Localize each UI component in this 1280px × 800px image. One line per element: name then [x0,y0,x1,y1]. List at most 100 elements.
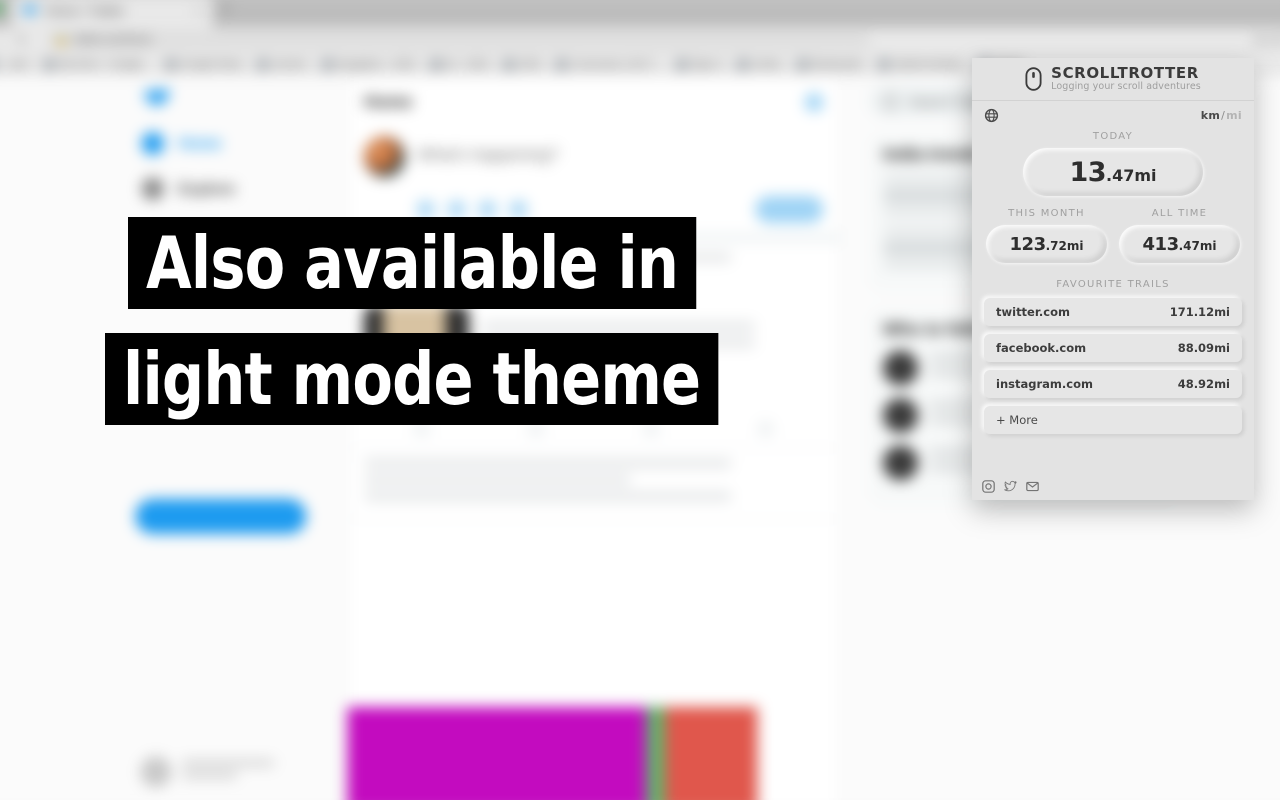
tab-title: Home / Twitter [45,3,126,18]
bookmark-label: invites [752,58,782,70]
list-item[interactable]: facebook.com 88.09mi [984,334,1242,362]
favourite-trails-section: FAVOURITE TRAILS twitter.com 171.12mi fa… [972,279,1254,434]
all-time-label: ALL TIME [1151,208,1208,219]
avatar [883,397,919,433]
all-time-value-whole: 413 [1142,233,1180,255]
bookmark-icon [257,58,269,70]
browser-tab-strip: Home / Twitter × + [0,0,1280,28]
avatar [883,445,919,481]
gif-icon[interactable] [448,201,465,218]
sidebar-item-label: Explore [178,180,236,198]
bookmark-item[interactable]: Sign in [675,58,723,70]
back-icon[interactable]: ← [0,33,2,45]
favourite-trails-label: FAVOURITE TRAILS [1056,279,1170,290]
all-time-value-frac: .47mi [1178,238,1217,253]
unit-toggle[interactable]: km/mi [1201,109,1242,122]
bookmark-item[interactable]: Currencies | Set T... [555,58,661,70]
trail-distance: 171.12mi [1169,305,1230,319]
media-tile-magenta [347,706,647,800]
twitter-icon[interactable] [1004,480,1017,493]
bookmark-icon [429,58,442,70]
sidebar-item-label: Home [178,134,222,153]
sparkle-icon[interactable] [804,93,824,112]
bookmark-item[interactable]: My Drive - Google... [44,58,151,70]
tweet-item [347,448,840,520]
explore-icon [141,177,165,201]
this-month-label: THIS MONTH [1008,208,1085,219]
avatar [140,756,172,788]
twitter-logo-icon[interactable] [143,88,171,106]
tweet-button[interactable] [135,498,307,534]
trail-distance: 88.09mi [1177,341,1230,355]
scrolltrotter-panel[interactable]: SCROLLTROTTER Logging your scroll advent… [972,58,1254,500]
list-item[interactable]: instagram.com 48.92mi [984,370,1242,398]
bookmark-label: Bookmarks [811,58,864,70]
bookmark-item[interactable]: bri - 2018 [429,58,489,70]
instagram-icon[interactable] [982,479,995,493]
panel-title: SCROLLTROTTER [1051,63,1199,82]
emoji-icon[interactable] [510,201,527,218]
tweet-media[interactable] [347,706,841,800]
trail-name: twitter.com [996,305,1070,319]
timeline-header: Home [347,77,839,129]
today-label: TODAY [1092,131,1134,142]
list-item[interactable]: twitter.com 171.12mi [984,298,1242,326]
trail-distance: 48.92mi [1177,377,1230,391]
panel-subtitle: Logging your scroll adventures [1051,81,1201,93]
more-trails-button[interactable]: + More [984,406,1242,434]
twitter-favicon [22,5,38,15]
bookmark-label: implementation [893,58,963,70]
unit-mi-label[interactable]: mi [1226,109,1242,122]
bookmark-label: bangalore - 2018 [337,58,416,70]
bookmark-icon [165,58,177,70]
all-time-stat: 413.47mi [1119,225,1240,263]
bookmark-item[interactable]: implementation [877,58,963,70]
toolbar-icons[interactable]: ★ ● ☰ [1253,33,1280,46]
browser-tab[interactable]: Home / Twitter × [11,0,213,28]
globe-icon[interactable] [984,108,999,123]
bookmark-item[interactable]: Bookmarks [796,58,864,70]
bookmark-label: Google News [180,58,243,70]
bookmark-label: ...earn [0,58,30,70]
bookmark-item[interactable]: invites [737,58,782,70]
avatar [883,350,919,386]
bookmark-item[interactable]: 2023 [503,58,541,70]
window-control-dot[interactable] [0,2,3,14]
this-month-value-frac: .72mi [1045,238,1084,253]
media-tile-red [664,706,758,800]
bookmark-icon [555,58,568,70]
sidebar-item-explore[interactable]: Explore [135,177,331,201]
overlay-headline-line1: Also available in [128,217,697,309]
panel-footer [972,472,1254,500]
bookmark-label: session [272,58,308,70]
media-icon[interactable] [417,201,435,218]
compose-placeholder: What's happening? [417,146,559,165]
browser-address-bar: ← ↻ 🔒 twitter.com/home ★ ● ☰ [0,27,1280,52]
email-icon[interactable] [1026,480,1039,493]
bookmark-icon [675,58,688,70]
url-input[interactable]: 🔒 twitter.com/home [46,30,871,49]
bookmark-item[interactable]: Google News [165,58,243,70]
close-icon[interactable]: × [195,3,202,17]
this-month-stat: 123.72mi [986,225,1107,263]
bookmark-item[interactable]: ...earn [0,59,30,70]
screenshot-root: Home / Twitter × + ← ↻ 🔒 twitter.com/hom… [0,0,1280,800]
sidebar-item-home[interactable]: Home [135,132,331,155]
more-trails-label: + More [996,413,1038,427]
poll-icon[interactable] [479,201,496,218]
unit-separator: / [1221,108,1226,122]
lock-icon: 🔒 [55,33,69,46]
reload-icon[interactable]: ↻ [17,33,26,46]
mouse-icon [1025,67,1042,91]
today-value-whole: 13 [1069,156,1107,188]
bookmark-item[interactable]: bangalore - 2018 [321,58,416,70]
twitter-timeline: Home What's happening? [346,76,841,800]
compose-box[interactable]: What's happening? [347,128,839,186]
search-icon [883,93,899,110]
account-switcher[interactable] [140,756,275,788]
new-tab-icon[interactable]: + [220,0,229,18]
unit-km-label[interactable]: km [1201,109,1220,122]
trail-name: facebook.com [996,341,1087,355]
compose-tweet-button[interactable] [755,196,824,223]
bookmark-item[interactable]: session [257,58,308,70]
